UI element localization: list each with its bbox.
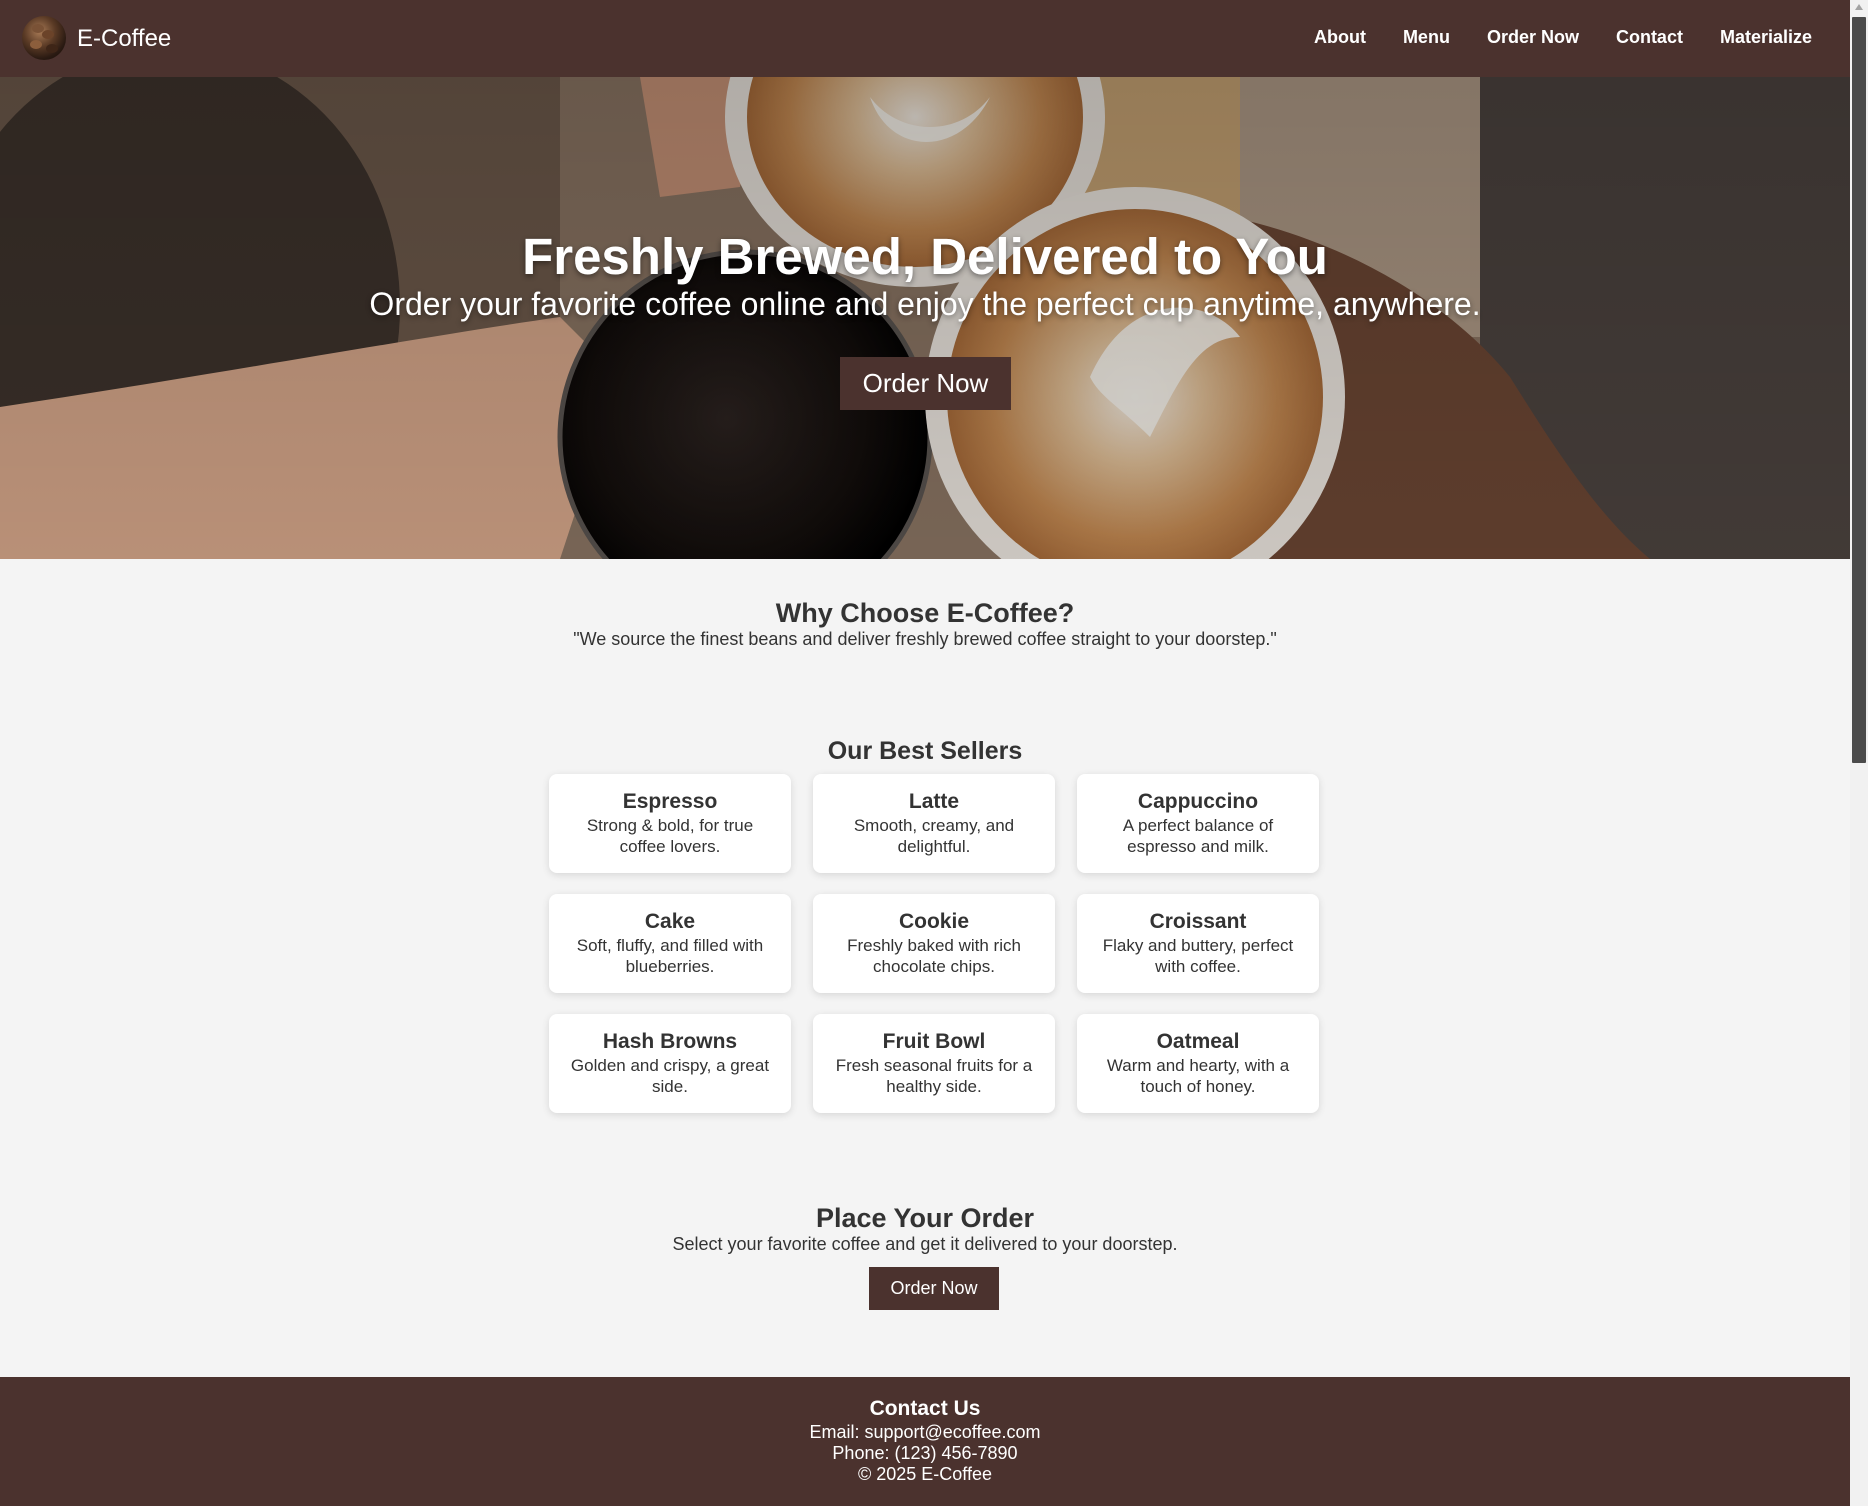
vertical-scrollbar[interactable] bbox=[1850, 0, 1868, 1506]
product-description: Fresh seasonal fruits for a healthy side… bbox=[835, 1056, 1033, 1096]
nav-links: About Menu Order Now Contact Materialize bbox=[1277, 27, 1812, 48]
brand-name[interactable]: E-Coffee bbox=[77, 25, 171, 53]
bestsellers-grid: Espresso Strong & bold, for true coffee … bbox=[549, 774, 1319, 1113]
product-name: Cappuccino bbox=[1137, 790, 1259, 813]
footer-email: Email: support@ecoffee.com bbox=[809, 1422, 1041, 1442]
hero-section: Freshly Brewed, Delivered to You Order y… bbox=[0, 77, 1850, 559]
product-description: Flaky and buttery, perfect with coffee. bbox=[1102, 936, 1294, 976]
why-title: Why Choose E-Coffee? bbox=[775, 598, 1075, 628]
order-title: Place Your Order bbox=[815, 1203, 1035, 1233]
product-card-oatmeal[interactable]: Oatmeal Warm and hearty, with a touch of… bbox=[1077, 1014, 1319, 1113]
nav-link-materialize[interactable]: Materialize bbox=[1720, 27, 1812, 48]
product-card-hash-browns[interactable]: Hash Browns Golden and crispy, a great s… bbox=[549, 1014, 791, 1113]
product-card-cake[interactable]: Cake Soft, fluffy, and filled with blueb… bbox=[549, 894, 791, 993]
why-text: "We source the finest beans and deliver … bbox=[573, 629, 1277, 649]
hero-title: Freshly Brewed, Delivered to You bbox=[522, 228, 1328, 285]
nav-link-menu[interactable]: Menu bbox=[1403, 27, 1450, 48]
product-description: A perfect balance of espresso and milk. bbox=[1122, 816, 1274, 856]
product-card-cappuccino[interactable]: Cappuccino A perfect balance of espresso… bbox=[1077, 774, 1319, 873]
nav-link-contact[interactable]: Contact bbox=[1616, 27, 1683, 48]
scrollbar-thumb[interactable] bbox=[1852, 17, 1866, 763]
page: E-Coffee About Menu Order Now Contact Ma… bbox=[0, 0, 1850, 1506]
product-name: Latte bbox=[908, 790, 960, 813]
product-description: Freshly baked with rich chocolate chips. bbox=[847, 936, 1021, 976]
product-name: Cake bbox=[644, 910, 696, 933]
order-now-button[interactable]: Order Now bbox=[869, 1267, 999, 1310]
product-card-croissant[interactable]: Croissant Flaky and buttery, perfect wit… bbox=[1077, 894, 1319, 993]
product-card-latte[interactable]: Latte Smooth, creamy, and delightful. bbox=[813, 774, 1055, 873]
product-card-espresso[interactable]: Espresso Strong & bold, for true coffee … bbox=[549, 774, 791, 873]
nav-link-order-now[interactable]: Order Now bbox=[1487, 27, 1579, 48]
product-name: Cookie bbox=[898, 910, 969, 933]
order-text: Select your favorite coffee and get it d… bbox=[672, 1234, 1178, 1254]
nav-link-about[interactable]: About bbox=[1314, 27, 1366, 48]
footer: Contact Us Email: support@ecoffee.com Ph… bbox=[0, 1377, 1850, 1506]
navbar: E-Coffee About Menu Order Now Contact Ma… bbox=[0, 0, 1850, 77]
product-name: Fruit Bowl bbox=[882, 1030, 986, 1053]
product-description: Warm and hearty, with a touch of honey. bbox=[1106, 1056, 1290, 1096]
product-description: Strong & bold, for true coffee lovers. bbox=[586, 816, 754, 856]
product-name: Oatmeal bbox=[1156, 1030, 1240, 1053]
footer-copyright: © 2025 E-Coffee bbox=[857, 1464, 992, 1484]
product-description: Golden and crispy, a great side. bbox=[570, 1056, 770, 1096]
footer-phone: Phone: (123) 456-7890 bbox=[832, 1443, 1018, 1463]
product-name: Espresso bbox=[622, 790, 718, 813]
product-name: Croissant bbox=[1149, 910, 1247, 933]
logo-image[interactable] bbox=[22, 16, 66, 60]
footer-title: Contact Us bbox=[869, 1397, 981, 1420]
product-name: Hash Browns bbox=[602, 1030, 738, 1053]
hero-subtitle: Order your favorite coffee online and en… bbox=[369, 286, 1481, 322]
bestsellers-title: Our Best Sellers bbox=[827, 737, 1023, 765]
product-description: Soft, fluffy, and filled with blueberrie… bbox=[576, 936, 764, 976]
product-card-cookie[interactable]: Cookie Freshly baked with rich chocolate… bbox=[813, 894, 1055, 993]
product-card-fruit-bowl[interactable]: Fruit Bowl Fresh seasonal fruits for a h… bbox=[813, 1014, 1055, 1113]
product-description: Smooth, creamy, and delightful. bbox=[853, 816, 1015, 856]
hero-order-now-button[interactable]: Order Now bbox=[840, 357, 1011, 410]
scroll-up-arrow-icon[interactable] bbox=[1855, 4, 1863, 10]
